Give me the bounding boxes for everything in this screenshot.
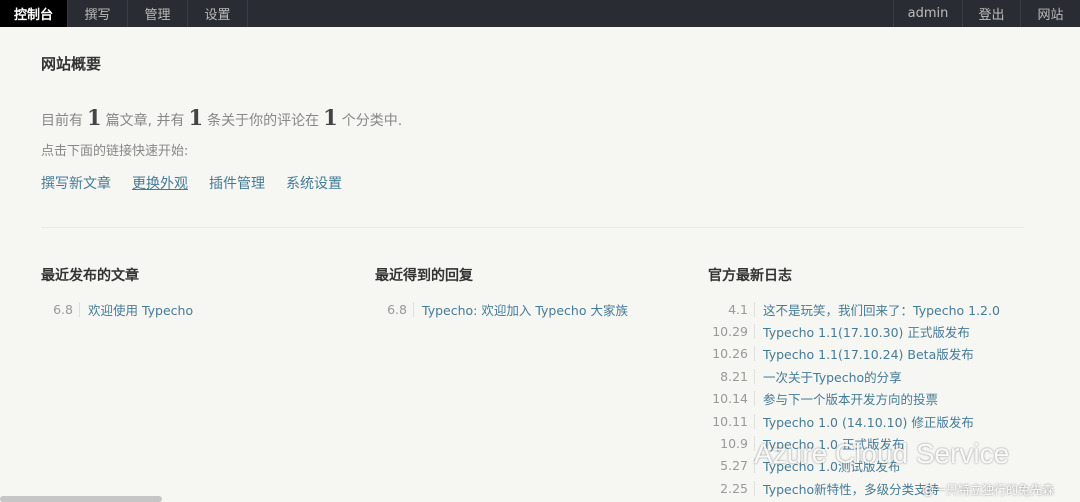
list-item: 8.21 一次关于Typecho的分享 [708,365,1008,387]
log-date: 4.1 [708,301,755,317]
log-date: 10.9 [708,436,755,452]
nav-site[interactable]: 网站 [1020,0,1080,27]
log-date: 5.27 [708,458,755,474]
stats-prefix: 目前有 [41,113,83,129]
log-link[interactable]: Typecho 1.1(17.10.24) Beta版发布 [763,344,974,363]
page-title: 网站概要 [41,55,102,73]
posts-text: 篇文章, 并有 [105,113,185,129]
list-item: 6.8 欢迎使用 Typecho [41,298,341,320]
categories-text: 个分类中. [341,113,403,129]
reply-date: 6.8 [375,301,414,317]
log-date: 10.14 [708,391,755,407]
list-item: 4.1 这不是玩笑，我们回来了：Typecho 1.2.0 [708,298,1008,320]
horizontal-scrollbar[interactable] [0,496,162,502]
log-date: 10.29 [708,324,755,340]
reply-text: : 欢迎加入 Typecho 大家族 [473,302,628,318]
nav-left-group: 控制台 撰写 管理 设置 [0,0,248,27]
log-link[interactable]: 一次关于Typecho的分享 [763,367,902,386]
log-date: 2.25 [708,480,755,496]
recent-replies-section: 最近得到的回复 6.8 Typecho: 欢迎加入 Typecho 大家族 [375,265,675,320]
categories-count: 1 [323,105,338,130]
post-link[interactable]: 欢迎使用 Typecho [88,300,193,319]
log-date: 10.11 [708,413,755,429]
log-link[interactable]: 参与下一个版本开发方向的投票 [763,389,938,408]
list-item: 6.8 Typecho: 欢迎加入 Typecho 大家族 [375,298,675,320]
nav-logout[interactable]: 登出 [962,0,1020,27]
write-post-link[interactable]: 撰写新文章 [41,173,111,193]
quick-links: 撰写新文章 更换外观 插件管理 系统设置 [41,173,342,193]
system-settings-link[interactable]: 系统设置 [286,173,342,193]
recent-posts-section: 最近发布的文章 6.8 欢迎使用 Typecho [41,265,341,320]
reply-link[interactable]: Typecho: 欢迎加入 Typecho 大家族 [422,300,628,319]
recent-replies-title: 最近得到的回复 [375,268,473,284]
site-stats: 目前有 1 篇文章, 并有 1 条关于你的评论在 1 个分类中. [41,105,402,130]
watermark-author: @一只特立独行的兔先森 [922,483,1055,497]
comments-count: 1 [188,105,204,130]
log-link[interactable]: Typecho 1.0 (14.10.10) 修正版发布 [763,412,974,431]
log-date: 10.26 [708,346,755,362]
log-link[interactable]: Typecho 1.1(17.10.30) 正式版发布 [763,322,970,341]
nav-dashboard[interactable]: 控制台 [0,0,68,27]
section-divider [41,227,1024,228]
nav-right-group: admin 登出 网站 [893,0,1080,27]
plugins-link[interactable]: 插件管理 [209,173,265,193]
nav-settings[interactable]: 设置 [188,0,248,27]
official-log-title: 官方最新日志 [708,268,792,284]
reply-author: Typecho [422,302,474,318]
log-date: 8.21 [708,368,755,384]
watermark-text: Azure Cloud Service [754,438,1010,469]
nav-manage[interactable]: 管理 [128,0,188,27]
list-item: 10.26 Typecho 1.1(17.10.24) Beta版发布 [708,343,1008,365]
log-link[interactable]: Typecho新特性，多级分类支持 [763,479,939,498]
nav-user[interactable]: admin [893,0,962,27]
posts-count: 1 [87,105,102,130]
quick-start-hint: 点击下面的链接快速开始: [41,144,189,159]
list-item: 10.11 Typecho 1.0 (14.10.10) 修正版发布 [708,410,1008,432]
nav-write[interactable]: 撰写 [68,0,128,27]
log-link[interactable]: 这不是玩笑，我们回来了：Typecho 1.2.0 [763,300,1000,319]
change-theme-link[interactable]: 更换外观 [132,173,188,193]
post-date: 6.8 [41,301,80,317]
list-item: 10.29 Typecho 1.1(17.10.30) 正式版发布 [708,320,1008,342]
list-item: 10.14 参与下一个版本开发方向的投票 [708,388,1008,410]
comments-text: 条关于你的评论在 [207,113,320,129]
top-navbar: 控制台 撰写 管理 设置 admin 登出 网站 [0,0,1080,27]
recent-posts-title: 最近发布的文章 [41,268,139,284]
